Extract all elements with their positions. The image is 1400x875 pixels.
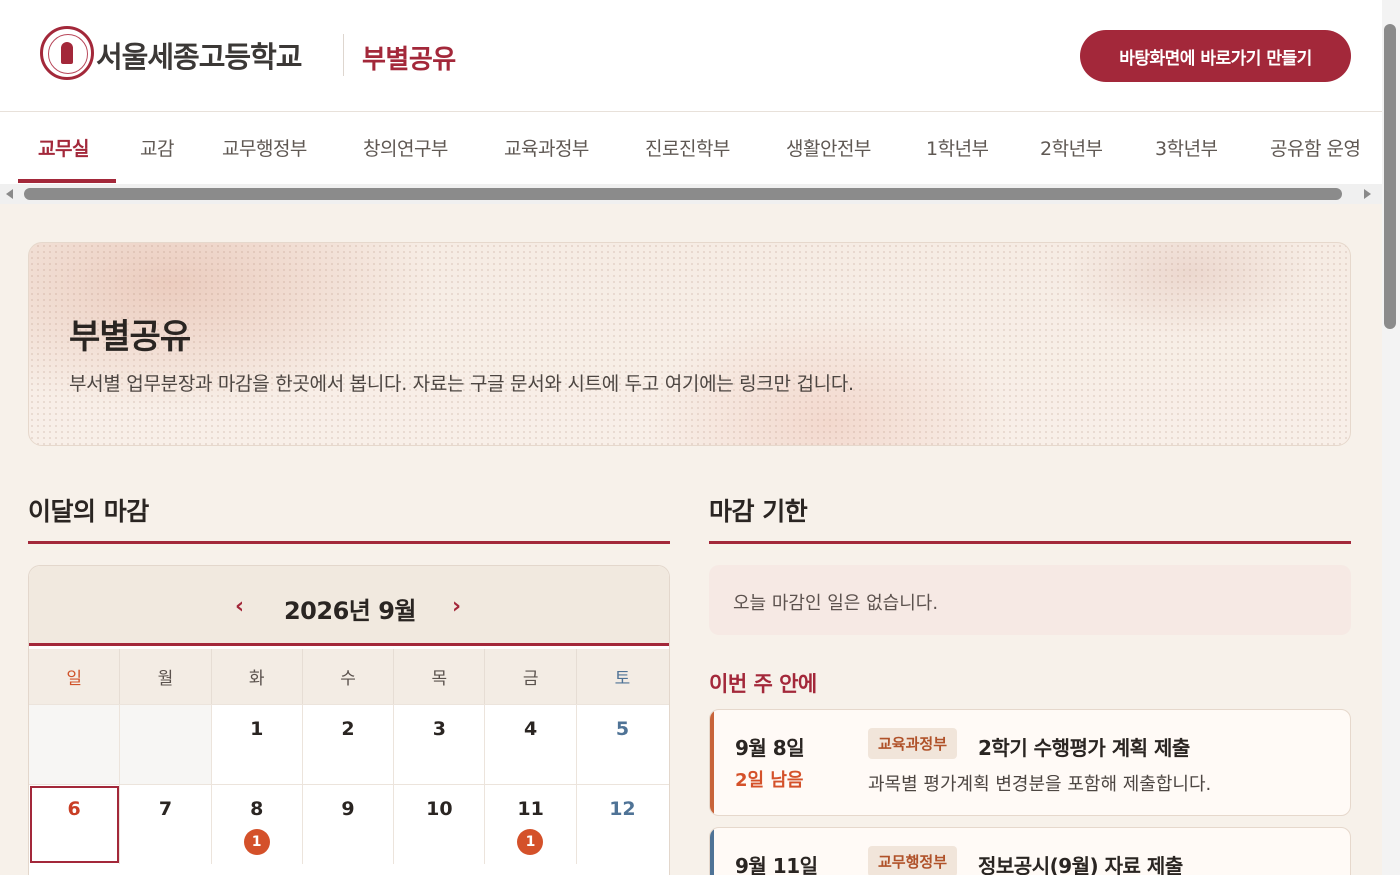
calendar-day[interactable]: 1 <box>211 705 303 784</box>
header-divider <box>343 34 344 76</box>
deadline-remaining: 2일 남음 <box>735 770 804 791</box>
weekday-label: 금 <box>485 649 577 704</box>
calendar-day[interactable]: 4 <box>485 705 577 784</box>
department-tag: 교무행정부 <box>868 846 958 875</box>
today-deadlines-empty: 오늘 마감인 일은 없습니다. <box>709 565 1351 635</box>
section-divider <box>28 541 670 544</box>
hero-banner: 부별공유 부서별 업무분장과 마감을 한곳에서 봅니다. 자료는 구글 문서와 … <box>28 242 1351 446</box>
day-number: 11 <box>517 798 544 820</box>
this-week-label: 이번 주 안에 <box>709 672 817 696</box>
tab-vice-principal[interactable]: 교감 <box>140 134 174 161</box>
day-number: 3 <box>432 718 446 740</box>
calendar-week: 6 7 81 9 10 11 1 12 <box>29 784 669 864</box>
deadline-date: 9월 8일 <box>735 736 805 760</box>
day-number: 2 <box>341 718 355 740</box>
calendar-day-empty <box>120 705 212 784</box>
deadline-title: 정보공시(9월) 자료 제출 <box>978 854 1183 875</box>
day-number: 1 <box>250 718 264 740</box>
tab-grade2[interactable]: 2학년부 <box>1040 134 1103 161</box>
day-number: 8 <box>250 798 264 820</box>
page-title: 부별공유 <box>362 45 456 75</box>
calendar-week: 1 2 3 4 5 <box>29 704 669 784</box>
next-month-button[interactable]: › <box>452 594 461 619</box>
tab-curriculum[interactable]: 교육과정부 <box>504 134 589 161</box>
tab-academic-admin[interactable]: 교무행정부 <box>222 134 307 161</box>
calendar-day[interactable]: 10 <box>394 785 486 864</box>
tab-career[interactable]: 진로진학부 <box>645 134 730 161</box>
day-number: 5 <box>615 718 630 740</box>
deadline-accent-bar <box>710 828 714 875</box>
department-tabs: 교무실 교감 교무행정부 창의연구부 교육과정부 진로진학부 생활안전부 1학년… <box>0 112 1382 184</box>
scrollbar-thumb[interactable] <box>24 188 1342 200</box>
tab-faculty-office[interactable]: 교무실 <box>38 134 89 161</box>
tab-safety[interactable]: 생활안전부 <box>786 134 871 161</box>
weekday-label: 일 <box>29 649 121 704</box>
calendar-day[interactable]: 81 <box>211 785 303 864</box>
deadline-accent-bar <box>710 710 714 815</box>
scrollbar-thumb[interactable] <box>1384 24 1396 329</box>
deadline-date: 9월 11일 <box>735 854 818 875</box>
school-logo-icon[interactable] <box>40 26 94 80</box>
weekday-label: 수 <box>303 649 395 704</box>
weekday-header: 일 월 화 수 목 금 토 <box>29 649 669 704</box>
tab-share-operation[interactable]: 공유함 운영 <box>1270 134 1361 161</box>
day-number: 4 <box>524 718 538 740</box>
day-number: 10 <box>426 798 453 820</box>
tabs-horizontal-scrollbar[interactable] <box>0 184 1382 204</box>
calendar-day[interactable]: 9 <box>302 785 395 864</box>
hero-description: 부서별 업무분장과 마감을 한곳에서 봅니다. 자료는 구글 문서와 시트에 두… <box>69 373 854 395</box>
calendar-day[interactable]: 11 1 <box>485 785 577 864</box>
tab-grade3[interactable]: 3학년부 <box>1155 134 1218 161</box>
department-tag: 교육과정부 <box>868 728 958 759</box>
hero-title: 부별공유 <box>69 317 191 357</box>
header: 서울세종고등학교 부별공유 바탕화면에 바로가기 만들기 <box>0 0 1382 112</box>
day-number: 9 <box>341 798 355 820</box>
deadline-count-badge: 1 <box>243 829 270 855</box>
day-number: 12 <box>609 798 636 820</box>
deadline-card[interactable]: 9월 11일 교무행정부 정보공시(9월) 자료 제출 <box>709 827 1351 875</box>
weekday-label: 토 <box>614 669 631 689</box>
calendar-day[interactable]: 7 <box>120 785 212 864</box>
tab-grade1[interactable]: 1학년부 <box>926 134 989 161</box>
calendar-section-title: 이달의 마감 <box>28 497 149 526</box>
weekday-label: 화 <box>212 649 303 704</box>
calendar-day[interactable]: 12 <box>576 785 669 864</box>
scroll-right-icon[interactable] <box>1364 189 1371 199</box>
calendar-grid: 1 2 3 4 5 6 7 81 9 10 11 1 12 <box>29 704 669 864</box>
school-name[interactable]: 서울세종고등학교 <box>96 34 302 76</box>
deadline-description: 과목별 평가계획 변경분을 포함해 제출합니다. <box>868 774 1212 795</box>
section-divider <box>709 541 1351 544</box>
deadline-card[interactable]: 9월 8일 2일 남음 교육과정부 2학기 수행평가 계획 제출 과목별 평가계… <box>709 709 1351 816</box>
day-number: 7 <box>158 798 173 820</box>
calendar-day[interactable]: 2 <box>302 705 395 784</box>
calendar-day[interactable]: 5 <box>576 705 669 784</box>
calendar-day-empty <box>29 705 121 784</box>
active-tab-indicator <box>18 179 116 183</box>
calendar-header: ‹ 2026년 9월 › <box>29 566 669 646</box>
deadlines-section-title: 마감 기한 <box>709 497 808 526</box>
deadline-count-badge: 1 <box>517 829 544 855</box>
weekday-label: 월 <box>120 649 212 704</box>
deadline-title: 2학기 수행평가 계획 제출 <box>978 736 1190 760</box>
tab-creative-research[interactable]: 창의연구부 <box>363 134 448 161</box>
weekday-label: 목 <box>394 649 486 704</box>
scroll-left-icon[interactable] <box>6 189 13 199</box>
create-shortcut-button[interactable]: 바탕화면에 바로가기 만들기 <box>1080 30 1351 82</box>
calendar-day-today[interactable]: 6 <box>29 785 121 864</box>
calendar-day[interactable]: 3 <box>394 705 486 784</box>
empty-message: 오늘 마감인 일은 없습니다. <box>733 593 939 614</box>
page-vertical-scrollbar[interactable] <box>1382 0 1400 875</box>
calendar-month-label: 2026년 9월 <box>283 597 417 625</box>
day-number: 6 <box>67 798 81 820</box>
month-calendar: ‹ 2026년 9월 › 일 월 화 수 목 금 토 1 2 3 4 5 6 7… <box>28 565 670 875</box>
